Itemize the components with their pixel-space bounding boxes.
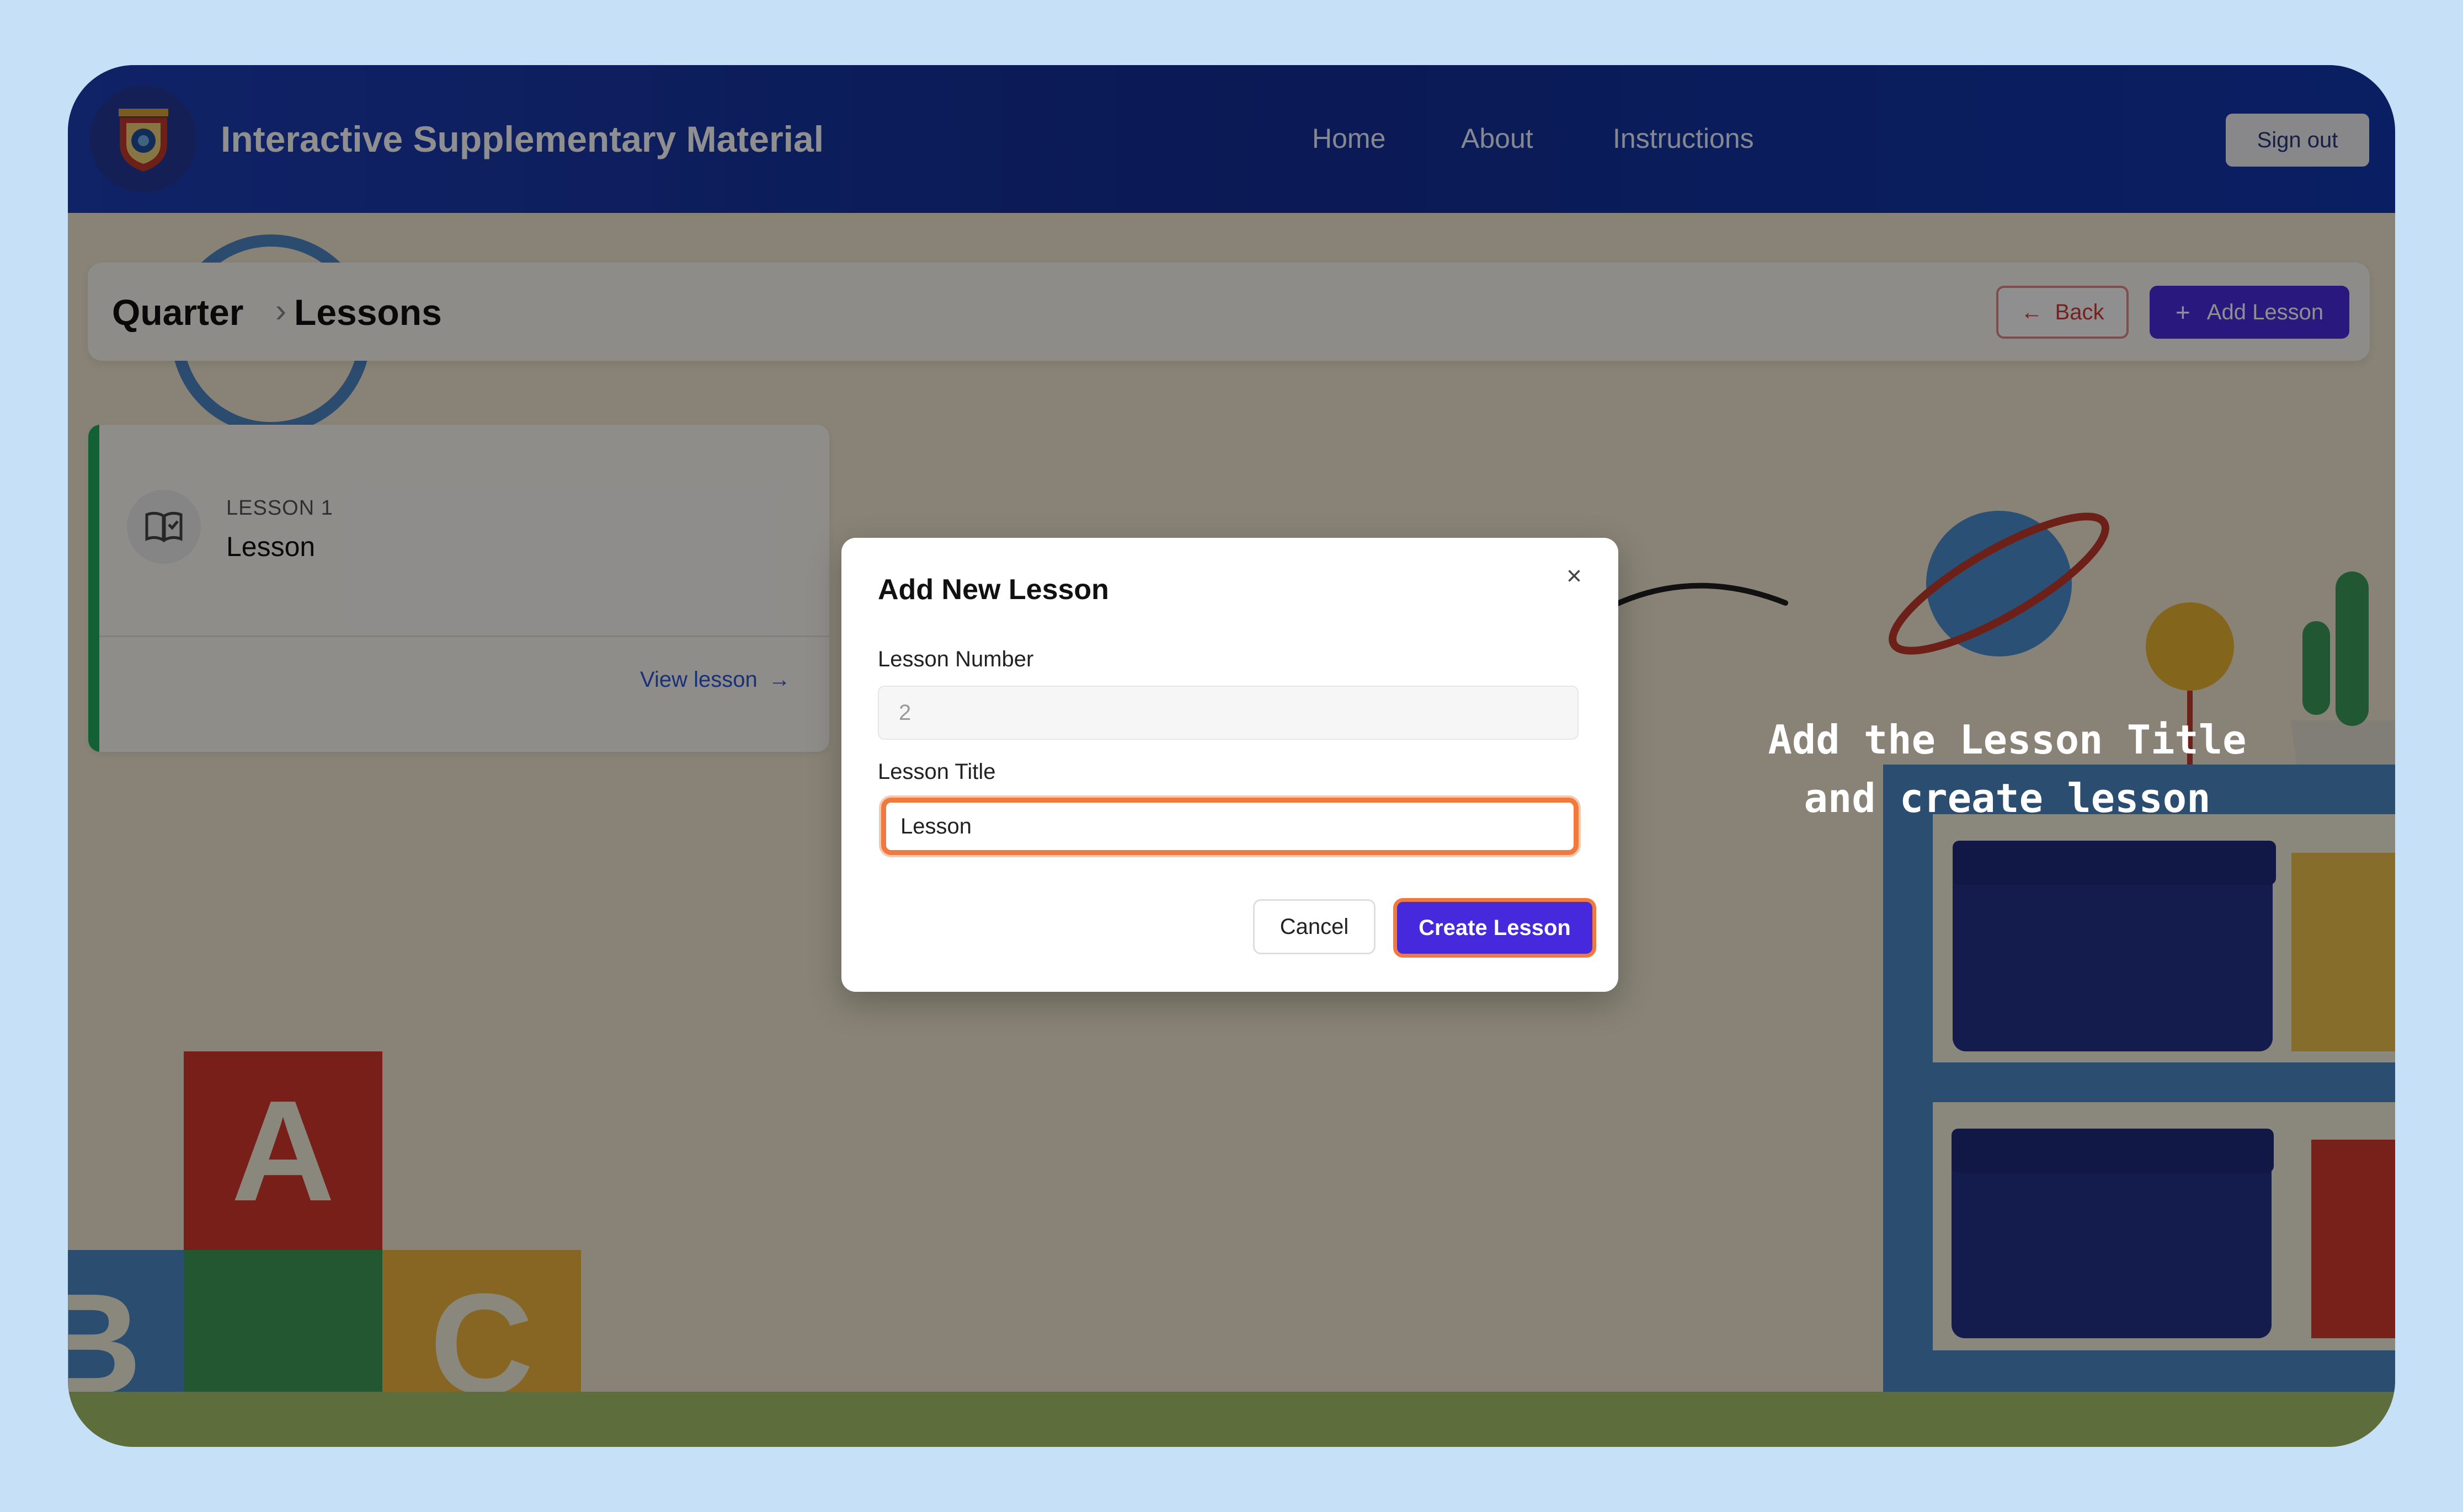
lesson-title-field-label: Lesson Title xyxy=(878,760,996,784)
lesson-number-input xyxy=(878,686,1579,740)
add-lesson-dialog: Add New Lesson × Lesson Number Lesson Ti… xyxy=(841,538,1618,992)
annotation-line-2: and create lesson xyxy=(1804,775,2211,821)
app-window: Interactive Supplementary Material Home … xyxy=(68,65,2395,1447)
lesson-number-field-label: Lesson Number xyxy=(878,647,1034,671)
dialog-title: Add New Lesson xyxy=(878,574,1109,606)
cancel-button[interactable]: Cancel xyxy=(1253,899,1376,954)
lesson-title-input[interactable] xyxy=(881,798,1579,855)
close-icon[interactable]: × xyxy=(1566,561,1582,591)
annotation-line-1: Add the Lesson Title xyxy=(1768,717,2247,763)
instruction-annotation: Add the Lesson Title and create lesson xyxy=(1745,710,2269,827)
create-lesson-button[interactable]: Create Lesson xyxy=(1393,898,1596,958)
